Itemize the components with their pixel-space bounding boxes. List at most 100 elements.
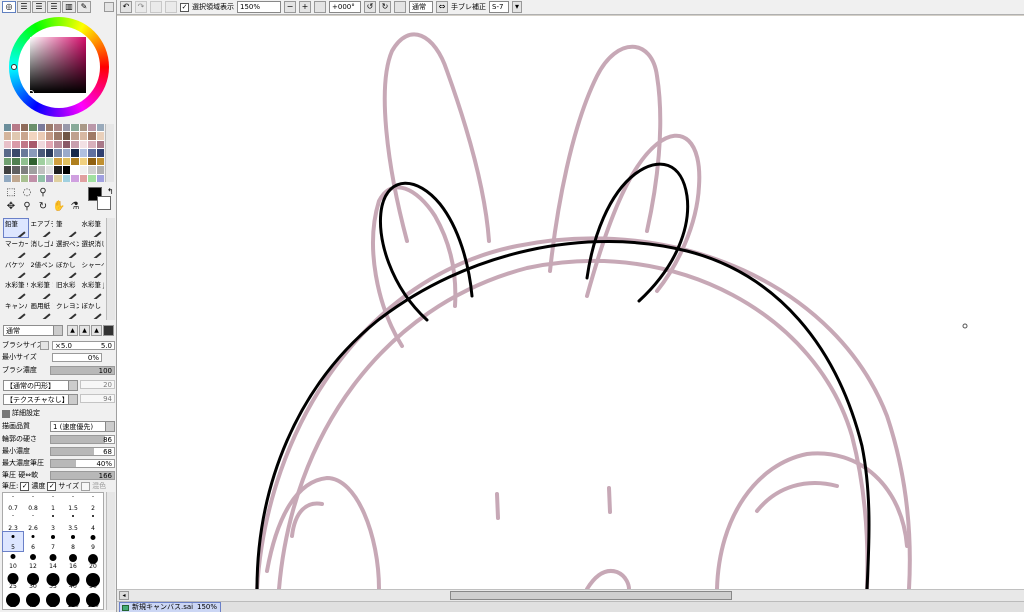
rotate-right-button[interactable]: ↻ bbox=[379, 1, 391, 13]
empty-slot[interactable] bbox=[68, 187, 82, 199]
color-swatch[interactable] bbox=[96, 149, 104, 157]
color-swatch[interactable] bbox=[29, 149, 37, 157]
color-swatch[interactable] bbox=[79, 132, 88, 140]
color-swatch[interactable] bbox=[54, 132, 62, 140]
size-preset[interactable]: 5 bbox=[2, 530, 24, 553]
shape-strength-slider[interactable]: 20 bbox=[80, 380, 115, 389]
size-preset[interactable]: 2.6 bbox=[23, 512, 43, 532]
color-swatch[interactable] bbox=[37, 132, 46, 140]
color-swatch[interactable] bbox=[54, 166, 62, 174]
color-swatch[interactable] bbox=[62, 132, 71, 140]
scrollbar-thumb[interactable] bbox=[450, 591, 732, 600]
size-preset[interactable]: 4 bbox=[83, 512, 103, 532]
color-swatch[interactable] bbox=[37, 166, 46, 174]
texture-strength-slider[interactable]: 94 bbox=[80, 394, 115, 403]
color-swatch[interactable] bbox=[71, 124, 79, 132]
brush-tool[interactable]: ぼかし bbox=[54, 259, 80, 279]
flip-view-button[interactable]: ⇔ bbox=[436, 1, 448, 13]
size-preset[interactable]: 12 bbox=[23, 551, 43, 570]
saturation-value-square[interactable] bbox=[30, 37, 86, 93]
zoom-icon[interactable]: ⚲ bbox=[20, 201, 34, 213]
color-swatch[interactable] bbox=[4, 132, 12, 140]
color-swatch[interactable] bbox=[4, 124, 12, 132]
color-swatch[interactable] bbox=[20, 132, 29, 140]
color-swatch[interactable] bbox=[88, 166, 96, 174]
blend-mode-select[interactable]: 通常 bbox=[3, 325, 63, 336]
color-swatch[interactable] bbox=[4, 166, 12, 174]
brush-scrollbar[interactable] bbox=[106, 218, 115, 320]
rotation-input[interactable]: +000° bbox=[329, 1, 361, 13]
size-preset[interactable]: 0.8 bbox=[23, 493, 43, 512]
color-swatch[interactable] bbox=[71, 140, 79, 149]
brush-tool[interactable]: 選択消し bbox=[80, 238, 106, 258]
rotate-left-button[interactable]: ↺ bbox=[364, 1, 376, 13]
size-multiplier-button[interactable] bbox=[40, 341, 49, 350]
color-swatch[interactable] bbox=[96, 132, 104, 140]
hsv-slider-tab[interactable]: ☰ bbox=[32, 1, 46, 13]
rgb-slider-tab[interactable]: ☰ bbox=[17, 1, 31, 13]
swatches-tab[interactable]: ▥ bbox=[62, 1, 76, 13]
brush-tool[interactable]: マーカー bbox=[3, 238, 29, 258]
color-swatch[interactable] bbox=[37, 157, 46, 166]
color-swatch[interactable] bbox=[88, 149, 96, 157]
max-density-pressure-slider[interactable]: 40% bbox=[50, 459, 115, 468]
zoom-out-button[interactable]: − bbox=[284, 1, 296, 13]
size-preset[interactable]: 16 bbox=[63, 551, 83, 570]
scroll-left-button[interactable]: ◂ bbox=[119, 591, 129, 600]
color-swatch[interactable] bbox=[71, 149, 79, 157]
brush-shape-select[interactable]: 【通常の円形】 bbox=[3, 380, 78, 391]
color-swatch[interactable] bbox=[37, 140, 46, 149]
color-swatch[interactable] bbox=[62, 140, 71, 149]
size-preset[interactable]: 30 bbox=[23, 570, 43, 590]
size-preset[interactable]: 35 bbox=[43, 570, 63, 590]
color-swatch[interactable] bbox=[71, 157, 79, 166]
color-swatch[interactable] bbox=[29, 157, 37, 166]
color-swatch[interactable] bbox=[79, 157, 88, 166]
color-swatch[interactable] bbox=[20, 166, 29, 174]
color-swatch[interactable] bbox=[20, 124, 29, 132]
color-swatch[interactable] bbox=[12, 157, 20, 166]
scratchpad-tab[interactable]: ✎ bbox=[77, 1, 91, 13]
size-preset[interactable]: 0.7 bbox=[3, 493, 23, 512]
shape-hard-button[interactable]: ▲ bbox=[67, 325, 78, 336]
brush-tool[interactable]: 消しゴム bbox=[29, 238, 55, 258]
view-mode-select[interactable]: 通常 bbox=[409, 1, 433, 13]
brush-tool[interactable]: 水彩筆 J bbox=[80, 279, 106, 299]
hand-icon[interactable]: ✋ bbox=[52, 201, 66, 213]
size-preset[interactable]: 7 bbox=[43, 532, 63, 551]
size-preset[interactable]: 60 bbox=[3, 590, 23, 609]
brush-tool[interactable]: 水彩筆 9個 bbox=[3, 279, 29, 299]
color-swatch[interactable] bbox=[37, 174, 46, 182]
size-preset[interactable]: 120 bbox=[83, 590, 103, 609]
color-swatch[interactable] bbox=[46, 157, 54, 166]
invert-selection-button[interactable] bbox=[165, 1, 177, 13]
color-swatch[interactable] bbox=[62, 157, 71, 166]
color-swatch[interactable] bbox=[46, 166, 54, 174]
color-swatch[interactable] bbox=[12, 140, 20, 149]
lasso-icon[interactable]: ◌ bbox=[20, 187, 34, 199]
brush-tool[interactable]: 2値ペン bbox=[29, 259, 55, 279]
quality-select[interactable]: 1 (速度優先) bbox=[50, 421, 115, 432]
brush-tool[interactable]: クレヨン bbox=[54, 300, 80, 320]
rect-select-icon[interactable]: ⬚ bbox=[4, 187, 18, 199]
rotate-icon[interactable]: ↻ bbox=[36, 201, 50, 213]
color-swatch[interactable] bbox=[79, 140, 88, 149]
stabilizer-select[interactable]: S-7 bbox=[489, 1, 509, 13]
brush-tool[interactable]: キャンバス アクリル bbox=[3, 300, 29, 320]
color-swatch[interactable] bbox=[37, 149, 46, 157]
size-preset[interactable]: 3 bbox=[43, 512, 63, 532]
color-swatch[interactable] bbox=[20, 157, 29, 166]
brush-tool[interactable]: 画用紙 アクリル bbox=[29, 300, 55, 320]
empty-slot[interactable] bbox=[52, 187, 66, 199]
size-presets-scrollbar[interactable] bbox=[106, 492, 115, 610]
color-swatch[interactable] bbox=[12, 174, 20, 182]
color-swatch[interactable] bbox=[88, 174, 96, 182]
color-swatch[interactable] bbox=[71, 166, 79, 174]
color-swatch[interactable] bbox=[12, 166, 20, 174]
color-swatch[interactable] bbox=[20, 149, 29, 157]
size-preset[interactable]: 2.3 bbox=[3, 512, 23, 532]
size-preset[interactable]: 10 bbox=[3, 551, 23, 570]
color-swatch[interactable] bbox=[88, 157, 96, 166]
panel-menu-button[interactable] bbox=[104, 2, 114, 12]
size-preset[interactable]: 9 bbox=[83, 532, 103, 551]
